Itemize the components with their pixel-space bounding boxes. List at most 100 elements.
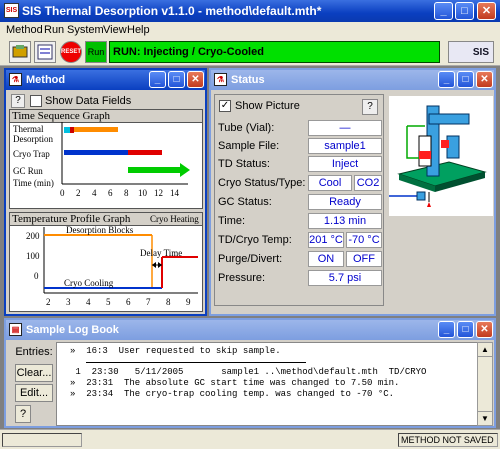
method-tool-icon[interactable] <box>9 41 31 63</box>
temperature-profile-graph: Temperature Profile Graph Cryo Heating D… <box>9 212 203 312</box>
divert-value: OFF <box>346 251 382 267</box>
seq-tick-0: 0 <box>60 188 65 198</box>
app-icon: SIS <box>4 3 19 18</box>
thermal-purge-bar <box>64 127 70 133</box>
log-panel-title: Sample Log Book <box>26 324 119 336</box>
cryo-status-label: Cryo Status/Type: <box>218 177 306 189</box>
status-panel-icon: ⚗ <box>214 73 227 86</box>
window-title: SIS Thermal Desorption v1.1.0 - method\d… <box>22 4 322 18</box>
profile-xtick-9: 9 <box>186 297 191 307</box>
menu-system[interactable]: System <box>67 24 104 36</box>
temperature-profile-plot: Desorption Blocks Delay Time Cryo Coolin… <box>26 225 198 307</box>
scroll-down-icon[interactable]: ▼ <box>478 411 492 425</box>
tube-label: Tube (Vial): <box>218 122 275 134</box>
status-close-icon[interactable]: ✕ <box>476 71 493 88</box>
clear-button[interactable]: Clear... <box>15 364 53 382</box>
show-picture-label: Show Picture <box>235 100 300 112</box>
seq-tick-2: 2 <box>76 188 81 198</box>
status-minimize-icon[interactable]: _ <box>438 71 455 88</box>
profile-xtick-2: 2 <box>46 297 51 307</box>
profile-ytick-0: 0 <box>34 271 39 281</box>
time-sequence-plot: 0 2 4 6 8 10 12 14 <box>60 122 190 198</box>
gc-run-bar <box>128 167 180 173</box>
status-panel-titlebar[interactable]: ⚗ Status _ □ ✕ <box>211 70 494 90</box>
status-maximize-icon[interactable]: □ <box>457 71 474 88</box>
gc-status-label: GC Status: <box>218 196 272 208</box>
seq-tick-14: 14 <box>170 188 180 198</box>
seq-tick-4: 4 <box>92 188 97 198</box>
menu-view[interactable]: View <box>103 24 127 36</box>
log-help-button[interactable]: ? <box>15 405 31 423</box>
method-panel-title: Method <box>26 74 66 86</box>
profile-xtick-6: 6 <box>126 297 131 307</box>
delay-time-label: Delay Time <box>140 248 182 258</box>
cryo-cooling-label: Cryo Cooling <box>64 278 114 288</box>
log-close-icon[interactable]: ✕ <box>476 321 493 338</box>
run-button[interactable]: Run <box>85 41 107 63</box>
scroll-up-icon[interactable]: ▲ <box>478 343 492 357</box>
method-minimize-icon[interactable]: _ <box>149 71 166 88</box>
cryo-temp-value: -70 °C <box>346 232 382 248</box>
tube-value: — <box>308 120 382 136</box>
seq-tick-10: 10 <box>138 188 148 198</box>
status-bar-pane <box>2 433 82 447</box>
time-value: 1.13 min <box>308 213 382 229</box>
log-panel-icon: ▤ <box>9 323 22 336</box>
log-maximize-icon[interactable]: □ <box>457 321 474 338</box>
status-help-button[interactable]: ? <box>362 99 378 115</box>
cryo-trap-heat-bar <box>128 150 162 155</box>
gc-status-value: Ready <box>308 194 382 210</box>
close-icon[interactable]: ✕ <box>477 2 496 20</box>
show-data-fields-checkbox[interactable] <box>30 95 42 107</box>
title-bar: SIS SIS Thermal Desorption v1.1.0 - meth… <box>0 0 500 22</box>
status-bar: METHOD NOT SAVED <box>0 429 500 449</box>
menu-method[interactable]: Method <box>6 24 43 36</box>
thermal-desorption-bar <box>74 127 118 132</box>
menu-help[interactable]: Help <box>127 24 150 36</box>
td-status-label: TD Status: <box>218 158 270 170</box>
profile-ytick-100: 100 <box>26 251 40 261</box>
thermal-marker-bar <box>70 127 74 133</box>
method-saved-status: METHOD NOT SAVED <box>398 433 498 447</box>
td-cryo-temp-label: TD/Cryo Temp: <box>218 234 292 246</box>
log-line: 1 23:30 5/11/2005 sample1 ..\method\defa… <box>70 367 427 377</box>
log-panel: ▤ Sample Log Book _ □ ✕ Entries: Clear..… <box>4 318 496 428</box>
log-separator <box>86 362 306 363</box>
log-scrollbar[interactable]: ▲ ▼ <box>477 342 493 426</box>
minimize-icon[interactable]: _ <box>434 2 453 20</box>
status-panel-title: Status <box>231 74 265 86</box>
method-panel: ⚗ Method _ □ ✕ ? Show Data Fields Time S… <box>4 68 207 316</box>
time-sequence-graph: Time Sequence Graph Thermal Desorption C… <box>9 109 203 209</box>
toolbar: RESET Run RUN: Injecting / Cryo-Cooled S… <box>0 38 500 66</box>
batch-tool-icon[interactable] <box>34 41 56 63</box>
td-temp-value: 201 °C <box>308 232 344 248</box>
reset-button[interactable]: RESET <box>60 41 82 63</box>
td-status-value: Inject <box>308 156 382 172</box>
maximize-icon[interactable]: □ <box>455 2 474 20</box>
sample-file-value: sample1 <box>308 138 382 154</box>
log-line: » 23:34 The cryo-trap cooling temp. was … <box>70 389 395 399</box>
run-status-bar: RUN: Injecting / Cryo-Cooled <box>109 41 440 63</box>
cryo-type-value: CO2 <box>354 175 382 191</box>
method-maximize-icon[interactable]: □ <box>168 71 185 88</box>
instrument-picture <box>389 96 493 216</box>
menu-bar: Method Run System View Help <box>0 22 500 38</box>
status-panel: ⚗ Status _ □ ✕ ✓ Show Picture ? Tube (Vi… <box>209 68 496 316</box>
profile-ytick-200: 200 <box>26 231 40 241</box>
log-minimize-icon[interactable]: _ <box>438 321 455 338</box>
pressure-value: 5.7 psi <box>308 270 382 286</box>
method-panel-titlebar[interactable]: ⚗ Method _ □ ✕ <box>6 70 205 90</box>
entries-label: Entries: <box>15 346 53 358</box>
menu-run[interactable]: Run <box>44 24 64 36</box>
log-panel-titlebar[interactable]: ▤ Sample Log Book _ □ ✕ <box>6 320 494 340</box>
pressure-label: Pressure: <box>218 272 266 284</box>
show-picture-checkbox[interactable]: ✓ <box>219 100 231 112</box>
status-fields-box: ✓ Show Picture ? Tube (Vial): — Sample F… <box>214 94 384 306</box>
log-line: » 23:31 The absolute GC start time was c… <box>70 378 400 388</box>
cryo-trap-cool-bar <box>64 150 128 155</box>
seq-tick-12: 12 <box>154 188 163 198</box>
purge-divert-label: Purge/Divert: <box>218 253 283 265</box>
method-help-button[interactable]: ? <box>11 94 25 108</box>
edit-button[interactable]: Edit... <box>15 384 53 402</box>
method-close-icon[interactable]: ✕ <box>187 71 204 88</box>
